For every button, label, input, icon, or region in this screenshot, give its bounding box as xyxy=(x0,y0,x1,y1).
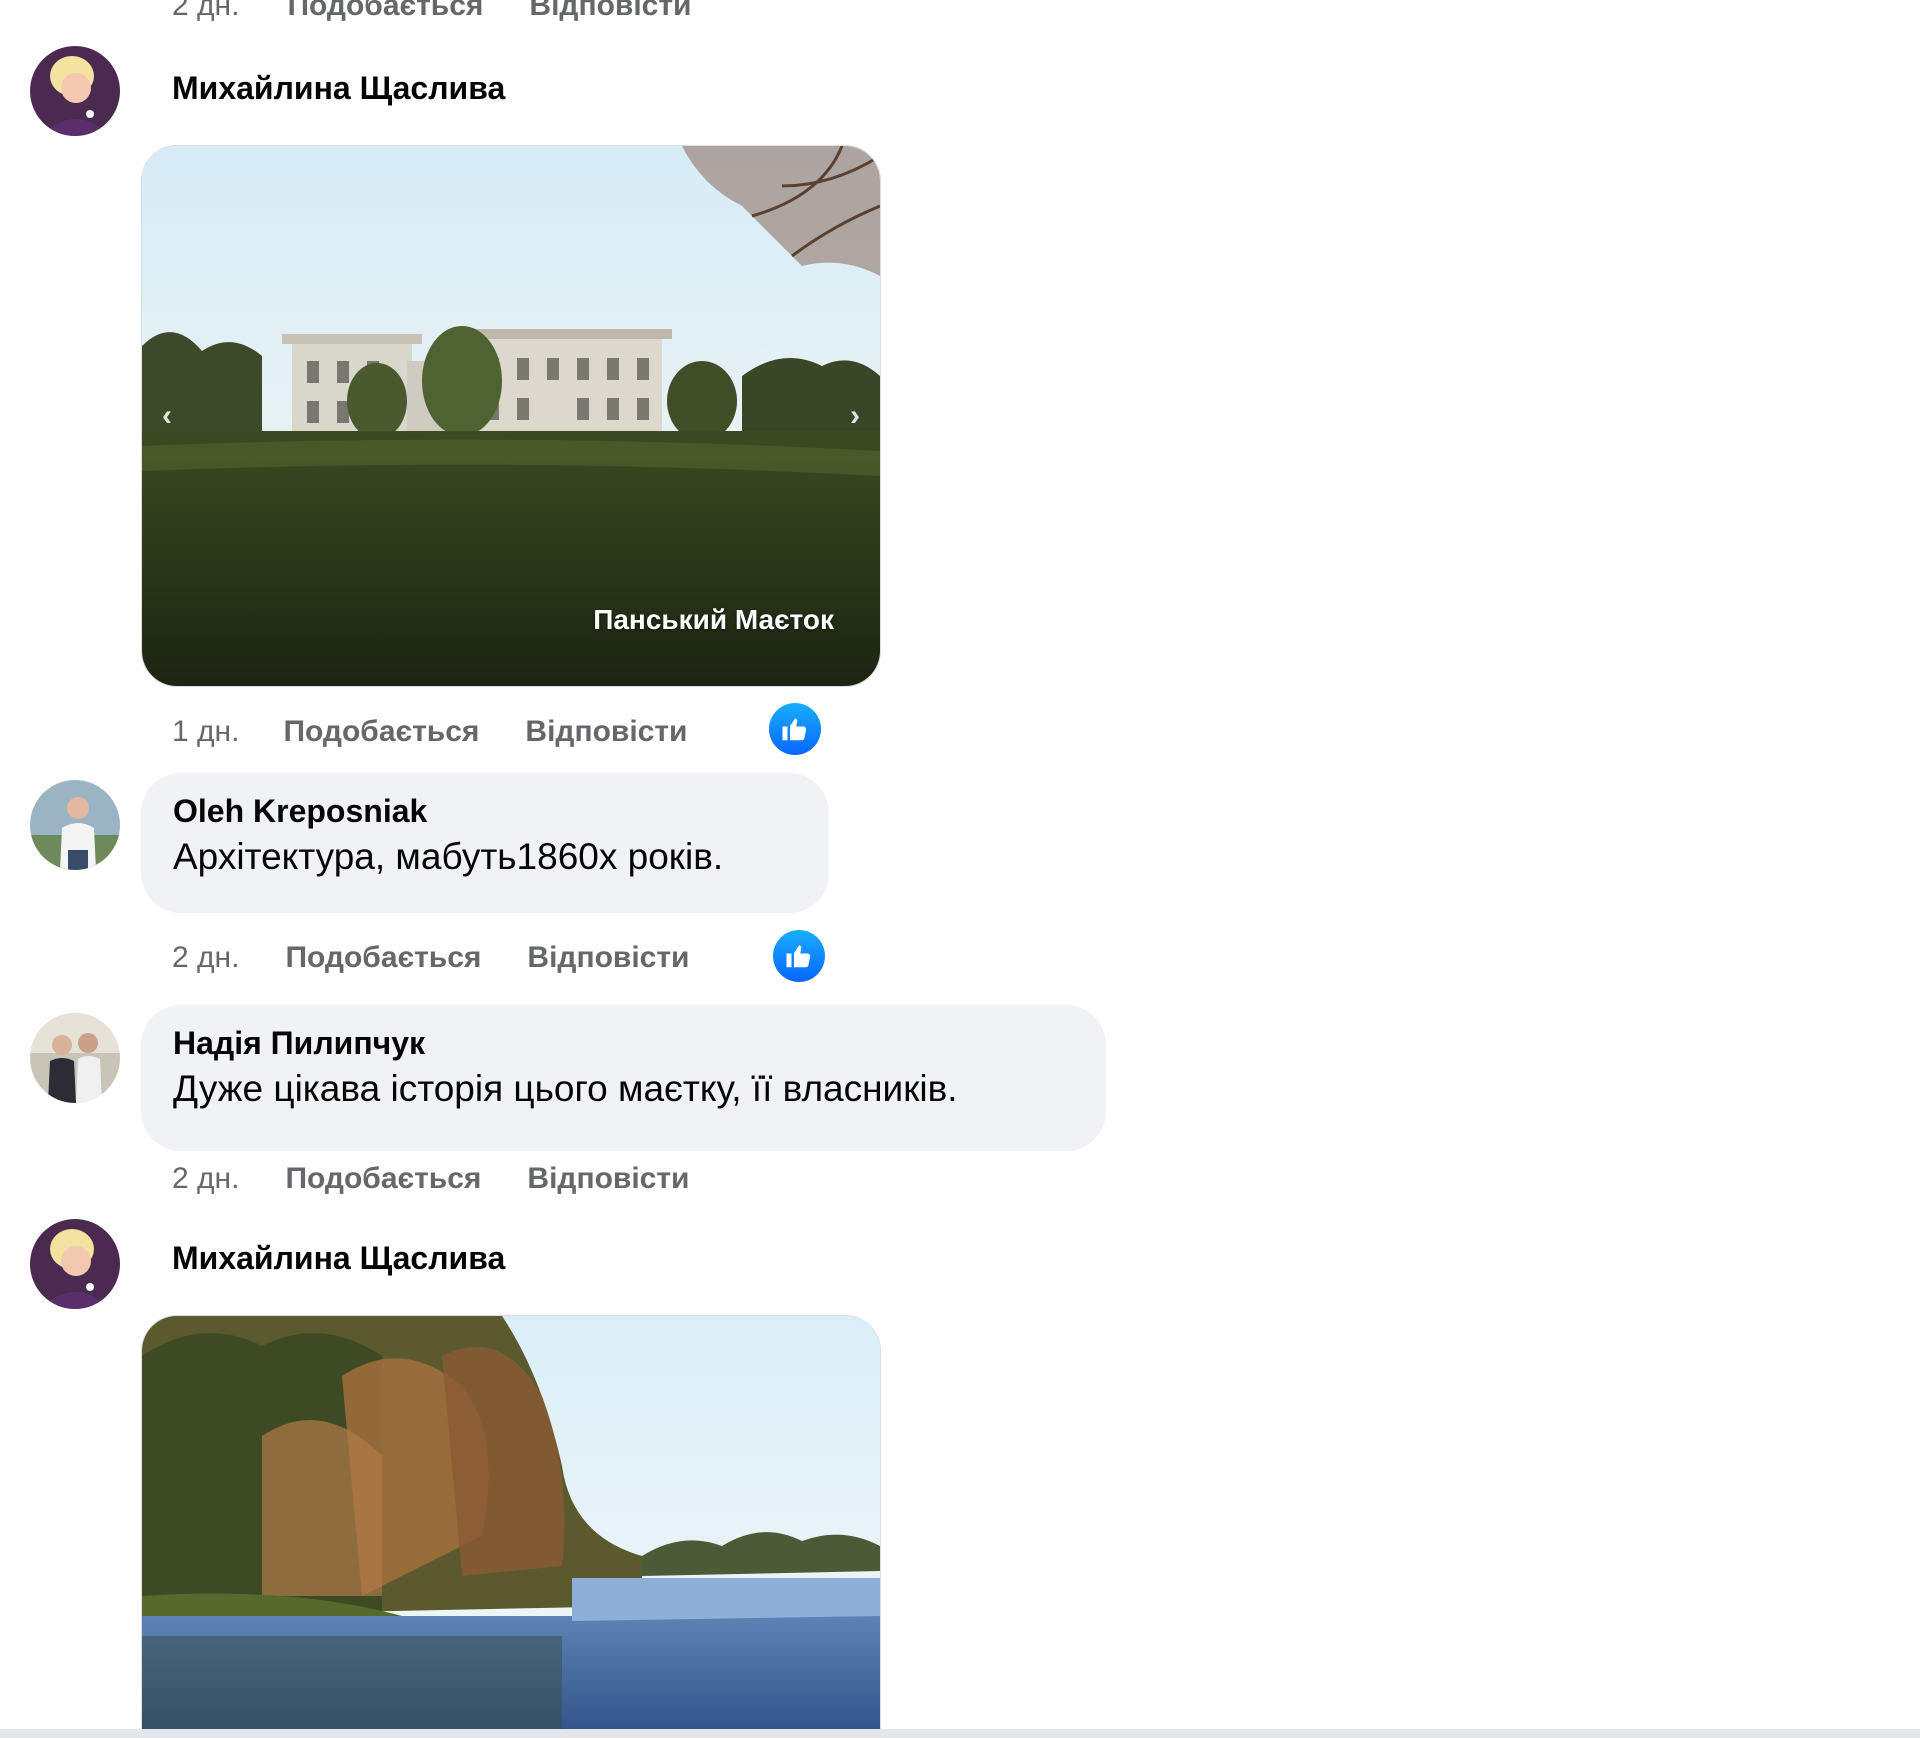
comment-actions: 2 дн. Подобається Відповісти xyxy=(172,936,690,980)
comment-time[interactable]: 2 дн. xyxy=(172,941,239,975)
chevron-right-icon[interactable]: › xyxy=(850,399,860,433)
user-avatar-icon xyxy=(30,1013,120,1103)
photo-caption: Панський Маєток xyxy=(593,604,834,635)
like-link[interactable]: Подобається xyxy=(285,941,481,975)
like-link[interactable]: Подобається xyxy=(283,715,479,749)
user-avatar-icon xyxy=(30,1219,120,1309)
comment-author[interactable]: Михайлина Щаслива xyxy=(172,70,505,107)
comment-text: Дуже цікава історія цього маєтку, її вла… xyxy=(173,1068,958,1109)
reply-link[interactable]: Відповісти xyxy=(527,1162,689,1196)
thumbs-up-icon xyxy=(782,718,807,741)
avatar[interactable] xyxy=(30,1219,120,1309)
comment-photo[interactable]: ‹ › Панський Маєток xyxy=(141,145,881,687)
photo-lake xyxy=(142,1316,880,1738)
comment-actions-top: 2 дн. Подобається Відповісти xyxy=(172,0,692,26)
chevron-left-icon[interactable]: ‹ xyxy=(162,399,172,433)
divider xyxy=(0,1729,1920,1738)
comment-time[interactable]: 2 дн. xyxy=(172,0,239,23)
comment-time[interactable]: 2 дн. xyxy=(172,1162,239,1196)
comment-time[interactable]: 1 дн. xyxy=(172,715,239,749)
thumbs-up-icon xyxy=(786,945,811,968)
reply-link[interactable]: Відповісти xyxy=(529,0,691,23)
like-link[interactable]: Подобається xyxy=(287,0,483,23)
avatar[interactable] xyxy=(30,1013,120,1103)
comment-photo[interactable] xyxy=(141,1315,881,1738)
reaction-badge[interactable] xyxy=(773,930,825,982)
reaction-badge[interactable] xyxy=(769,703,821,755)
reply-link[interactable]: Відповісти xyxy=(525,715,687,749)
reply-link[interactable]: Відповісти xyxy=(527,941,689,975)
comment-author[interactable]: Михайлина Щаслива xyxy=(172,1240,505,1277)
comment-author[interactable]: Надія Пилипчук xyxy=(173,1025,1074,1062)
user-avatar-icon xyxy=(30,780,120,870)
avatar[interactable] xyxy=(30,780,120,870)
comment-author[interactable]: Oleh Kreposniak xyxy=(173,793,797,830)
comments-feed: 2 дн. Подобається Відповісти Михайлина Щ… xyxy=(0,0,1920,1738)
like-link[interactable]: Подобається xyxy=(285,1162,481,1196)
comment-bubble: Oleh Kreposniak Архітектура, мабуть1860х… xyxy=(141,773,829,913)
avatar[interactable] xyxy=(30,46,120,136)
comment-actions: 2 дн. Подобається Відповісти xyxy=(172,1157,690,1201)
comment-actions: 1 дн. Подобається Відповісти xyxy=(172,710,688,754)
user-avatar-icon xyxy=(30,46,120,136)
comment-bubble: Надія Пилипчук Дуже цікава історія цього… xyxy=(141,1005,1106,1151)
comment-text: Архітектура, мабуть1860х років. xyxy=(173,836,724,877)
